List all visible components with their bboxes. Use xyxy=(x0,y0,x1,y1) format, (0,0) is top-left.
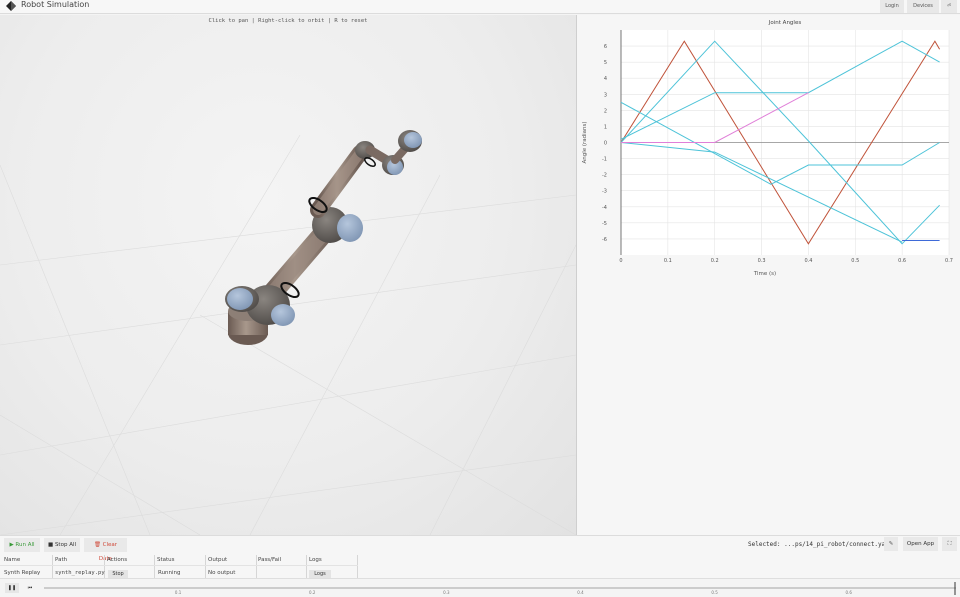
row-name: Synth Replay xyxy=(4,570,41,576)
devices-button[interactable]: Devices xyxy=(907,0,939,13)
play-icon: ▶ xyxy=(9,542,14,548)
row-output: No output xyxy=(208,570,236,576)
x-tick-label: 0.1 xyxy=(664,258,672,264)
edit-icon: ✎ xyxy=(888,541,894,547)
y-tick-label: -3 xyxy=(602,189,607,195)
selected-config-path: Selected: ...ps/14_pi_robot/connect.yaml xyxy=(748,541,893,548)
fullscreen-icon: ⛶ xyxy=(947,541,952,547)
x-tick-label: 0 xyxy=(619,258,622,264)
col-header-passfail: Pass/Fail xyxy=(258,557,282,563)
timeline-tick-label: 0.3 xyxy=(443,590,450,595)
robot-arm xyxy=(225,130,422,345)
joint-angles-chart: 0 0.1 0.2 0.3 0.4 0.5 0.6 0.7 6 5 4 3 2 1 0 -1 -2 -3 -4 -5 -… xyxy=(582,20,953,277)
logo-icon xyxy=(6,1,16,11)
edit-config-button[interactable]: ✎ xyxy=(884,537,898,551)
x-tick-label: 0.7 xyxy=(945,258,953,264)
y-tick-label: 4 xyxy=(604,76,607,82)
x-axis-label: Time (s) xyxy=(753,271,776,277)
timeline-scrubber[interactable]: 0.1 0.2 0.3 0.4 0.5 0.6 xyxy=(0,579,960,597)
app-root: Robot Simulation Login Devices ⏎ Click t… xyxy=(0,0,960,597)
chart-title: Joint Angles xyxy=(768,20,802,26)
timeline-tick-label: 0.2 xyxy=(309,590,316,595)
timeline-tick-label: 0.4 xyxy=(577,590,584,595)
stop-all-label: Stop All xyxy=(54,542,77,548)
col-header-path: Path xyxy=(55,557,68,563)
row-path: synth_replay.py xyxy=(55,570,105,576)
timeline-tick-label: 0.1 xyxy=(175,590,182,595)
open-app-button[interactable]: Open App xyxy=(903,537,938,551)
exit-icon: ⏎ xyxy=(946,3,952,9)
x-tick-label: 0.2 xyxy=(711,258,719,264)
login-button[interactable]: Login xyxy=(880,0,904,13)
robot-3d-viewport[interactable]: Click to pan | Right-click to orbit | R … xyxy=(0,15,576,535)
x-tick-label: 0.3 xyxy=(758,258,766,264)
y-tick-label: 1 xyxy=(604,124,607,130)
clear-data-button[interactable]: 🗑 Clear Data xyxy=(84,538,127,562)
y-tick-label: -2 xyxy=(602,173,607,179)
x-tick-label: 0.6 xyxy=(898,258,906,264)
col-header-actions: Actions xyxy=(107,557,128,563)
run-all-label: Run All xyxy=(15,542,35,548)
stop-icon: ■ xyxy=(47,542,54,548)
timeline-tick-label: 0.6 xyxy=(846,590,853,595)
y-tick-label: 2 xyxy=(604,108,607,114)
col-header-name: Name xyxy=(4,557,21,563)
y-tick-label: 6 xyxy=(604,44,607,50)
x-tick-label: 0.5 xyxy=(851,258,859,264)
floor-grid xyxy=(0,134,576,535)
app-header: Robot Simulation Login Devices ⏎ xyxy=(0,0,960,14)
col-header-status: Status xyxy=(157,557,175,563)
col-header-logs: Logs xyxy=(309,557,322,563)
stop-script-button[interactable]: Stop xyxy=(108,570,128,578)
fullscreen-button[interactable]: ⛶ xyxy=(942,537,957,551)
col-header-output: Output xyxy=(208,557,228,563)
y-tick-label: 0 xyxy=(604,141,607,147)
trash-icon: 🗑 xyxy=(93,542,101,548)
y-tick-label: -4 xyxy=(602,205,607,211)
y-tick-label: -6 xyxy=(602,237,607,243)
exit-button[interactable]: ⏎ xyxy=(941,0,957,13)
logs-button[interactable]: Logs xyxy=(309,570,331,578)
joint-angles-chart-panel: 0 0.1 0.2 0.3 0.4 0.5 0.6 0.7 6 5 4 3 2 1 0 -1 -2 -3 -4 -5 -… xyxy=(577,15,960,535)
y-tick-label: 3 xyxy=(604,92,607,98)
timeline-bar: ❚❚ ⏮ 0.1 0.2 0.3 0.4 0.5 0.6 xyxy=(0,578,960,597)
x-tick-label: 0.4 xyxy=(804,258,812,264)
y-tick-label: 5 xyxy=(604,60,607,66)
run-all-button[interactable]: ▶ Run All xyxy=(4,538,40,552)
timeline-tick-label: 0.5 xyxy=(711,590,718,595)
row-status: Running xyxy=(158,570,181,576)
stop-all-button[interactable]: ■ Stop All xyxy=(44,538,80,552)
y-axis-label: Angle (radians) xyxy=(582,121,588,163)
app-title: Robot Simulation xyxy=(21,0,90,9)
viewport-hint: Click to pan | Right-click to orbit | R … xyxy=(208,18,368,24)
y-tick-label: -1 xyxy=(602,157,607,163)
y-tick-label: -5 xyxy=(602,221,607,227)
robot-scene xyxy=(0,130,576,535)
